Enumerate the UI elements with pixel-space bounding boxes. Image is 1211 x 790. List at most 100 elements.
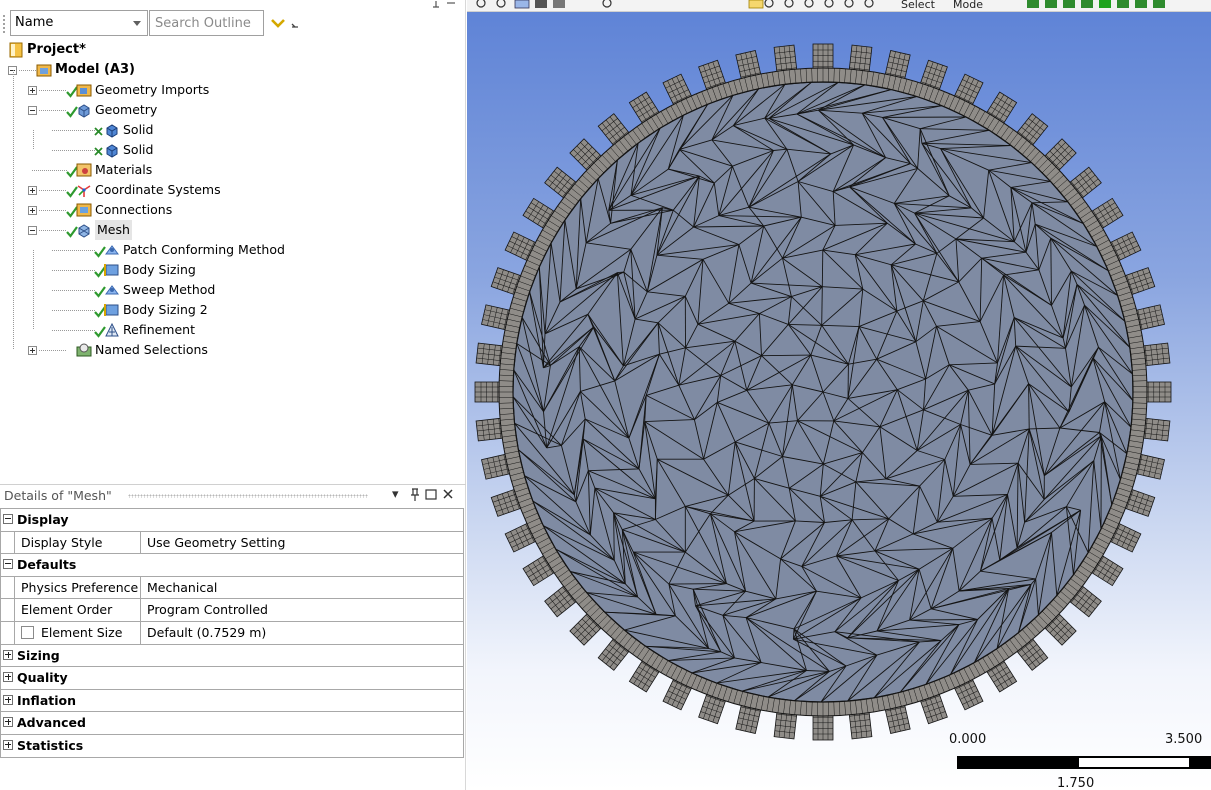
property-value[interactable]: Program Controlled: [141, 599, 268, 620]
named-selections-icon: [76, 343, 92, 357]
details-property[interactable]: Display Style Use Geometry Setting: [1, 531, 463, 555]
mesh-display[interactable]: [467, 0, 1211, 790]
tree-item-label: Patch Conforming Method: [123, 242, 285, 257]
tree-item[interactable]: Project*: [0, 40, 460, 60]
expand-icon[interactable]: [3, 672, 13, 683]
tree-connector: [33, 250, 34, 330]
tree-connector: [39, 90, 66, 91]
collapse-icon[interactable]: [28, 106, 37, 115]
category-label: Sizing: [17, 647, 60, 663]
tree-item-label: Geometry Imports: [95, 82, 210, 97]
mechanical-window: Name Project* Model (A3) Geometry Imports G…: [0, 0, 1211, 790]
tree-item[interactable]: Body Sizing: [0, 260, 460, 280]
tree-item[interactable]: Refinement: [0, 320, 460, 340]
toolbar-grip[interactable]: [2, 14, 6, 34]
expand-icon[interactable]: [3, 717, 13, 728]
expand-icon[interactable]: [28, 186, 37, 195]
search-input[interactable]: [150, 11, 263, 35]
tree-connector: [52, 130, 96, 131]
filter-field-select[interactable]: Name: [10, 10, 148, 36]
filter-field-value: Name: [15, 15, 54, 30]
tree-item[interactable]: Body Sizing 2: [0, 300, 460, 320]
dropdown-icon[interactable]: ▾: [392, 487, 399, 503]
expand-icon[interactable]: [28, 206, 37, 215]
tree-item[interactable]: Model (A3): [0, 60, 460, 80]
details-category[interactable]: Inflation: [1, 690, 463, 713]
sizing-icon: [104, 304, 119, 316]
search-options-button[interactable]: [270, 12, 310, 34]
mode-label[interactable]: Mode: [953, 0, 983, 11]
close-icon[interactable]: [442, 487, 454, 503]
details-property[interactable]: Physics Preference Mechanical: [1, 576, 463, 600]
tree-item[interactable]: Materials: [0, 160, 460, 180]
property-key: Physics Preference: [14, 576, 141, 599]
property-key-cell: Element Size: [14, 621, 141, 644]
category-label: Defaults: [17, 557, 77, 573]
tree-item[interactable]: Coordinate Systems: [0, 180, 460, 200]
graphics-toolbar-icons[interactable]: [467, 0, 1211, 12]
collapse-icon[interactable]: [28, 226, 37, 235]
expand-icon[interactable]: [3, 649, 13, 660]
tree-item[interactable]: Sweep Method: [0, 280, 460, 300]
geometry-icon: [78, 104, 90, 118]
tree-item-label: Model (A3): [55, 62, 135, 77]
scale-min-label: 0.000: [949, 732, 987, 747]
maximize-icon[interactable]: [425, 487, 437, 503]
expand-icon[interactable]: [28, 86, 37, 95]
details-category[interactable]: Display: [1, 509, 463, 532]
tree-item[interactable]: Mesh: [0, 220, 460, 240]
pin-icon[interactable]: [410, 487, 420, 503]
method-icon: [105, 245, 119, 255]
sizing-icon: [104, 264, 119, 276]
property-value[interactable]: Default (0.7529 m): [141, 622, 266, 643]
collapse-icon[interactable]: [3, 514, 13, 524]
outline-toolbar: Name: [0, 8, 466, 38]
tree-item-label: Body Sizing: [123, 262, 196, 277]
refinement-icon: [105, 322, 119, 337]
tree-connector: [13, 70, 14, 350]
geometry-imports-icon: [76, 84, 92, 97]
tree-connector: [52, 290, 96, 291]
parameter-checkbox[interactable]: [21, 625, 34, 639]
tree-item-label: Body Sizing 2: [123, 302, 208, 317]
property-key: Display Style: [14, 531, 141, 554]
expand-icon[interactable]: [28, 346, 37, 355]
outline-pane: Name Project* Model (A3) Geometry Imports G…: [0, 0, 466, 790]
suppressed-status-icon: [94, 147, 103, 156]
mesh-edge: [821, 286, 823, 326]
collapse-icon[interactable]: [3, 559, 13, 570]
details-property[interactable]: Element Order Program Controlled: [1, 599, 463, 622]
tree-item[interactable]: Solid: [0, 120, 460, 140]
tree-item-label: Refinement: [123, 322, 195, 337]
search-outline-field[interactable]: [149, 10, 264, 36]
tree-connector: [39, 230, 66, 231]
details-category[interactable]: Sizing: [1, 645, 463, 668]
category-label: Advanced: [17, 715, 86, 731]
tree-item[interactable]: Solid: [0, 140, 460, 160]
expand-icon[interactable]: [3, 694, 13, 705]
details-category[interactable]: Defaults: [1, 554, 463, 577]
tree-item[interactable]: Patch Conforming Method: [0, 240, 460, 260]
select-label[interactable]: Select: [901, 0, 935, 11]
expand-icon[interactable]: [3, 739, 13, 750]
property-value[interactable]: Mechanical: [141, 577, 217, 598]
mesh-edge: [821, 250, 824, 287]
tree-item[interactable]: Geometry: [0, 100, 460, 120]
details-category[interactable]: Quality: [1, 667, 463, 690]
category-label: Display: [17, 512, 69, 527]
details-property[interactable]: Element Size Default (0.7529 m): [1, 621, 463, 645]
tree-item-label: Connections: [95, 202, 173, 217]
tree-item[interactable]: Connections: [0, 200, 460, 220]
details-category[interactable]: Advanced: [1, 712, 463, 735]
graphics-viewport[interactable]: Select Mode 0.000 3.500 1.750: [467, 0, 1211, 790]
materials-icon: [76, 163, 92, 177]
mesh-edge: [761, 354, 811, 357]
mesh-edge: [668, 583, 727, 585]
tree-item[interactable]: Named Selections: [0, 340, 460, 360]
scale-mid-label: 1.750: [1057, 776, 1095, 790]
model-icon: [36, 64, 52, 77]
details-grid: Display Display Style Use Geometry Setting…: [0, 508, 464, 758]
details-category[interactable]: Statistics: [1, 735, 463, 758]
tree-item[interactable]: Geometry Imports: [0, 80, 460, 100]
property-value[interactable]: Use Geometry Setting: [141, 532, 285, 553]
